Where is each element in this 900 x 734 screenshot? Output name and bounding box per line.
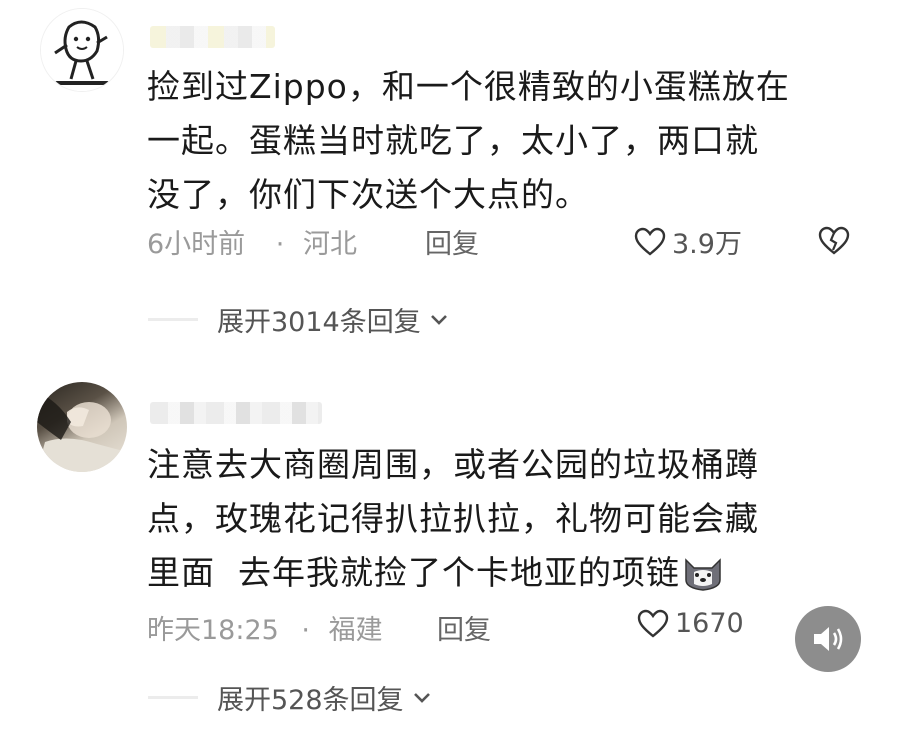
expand-divider [148, 696, 198, 699]
comment-text: 捡到过Zippo，和一个很精致的小蛋糕放在 一起。蛋糕当时就吃了，太小了，两口就… [147, 67, 790, 214]
dog-emoji-icon [682, 554, 724, 608]
username-blurred[interactable] [150, 26, 275, 48]
heart-outline-icon [634, 227, 666, 257]
comment-text: 注意去大商圈周围，或者公园的垃圾桶蹲 点，玫瑰花记得扒拉扒拉，礼物可能会藏 里面… [147, 438, 867, 608]
username-blurred[interactable] [150, 402, 322, 424]
sound-toggle-button[interactable] [795, 606, 861, 672]
comment-location: 河北 [302, 229, 357, 260]
avatar[interactable] [37, 382, 127, 472]
like-count: 1670 [675, 608, 744, 639]
speaker-icon [811, 624, 845, 654]
like-button[interactable]: 3.9万 [634, 222, 742, 261]
like-count: 3.9万 [672, 229, 742, 260]
expand-replies-button[interactable]: 展开3014条回复 [217, 300, 449, 339]
cartoon-avatar-icon [41, 9, 123, 91]
comment-meta: 昨天18:25 · 福建 [147, 608, 383, 647]
reply-button[interactable]: 回复 [425, 222, 479, 261]
expand-divider [148, 318, 198, 321]
photo-avatar-icon [37, 392, 127, 472]
chevron-down-icon [429, 313, 449, 327]
meta-separator: · [301, 615, 310, 646]
heart-outline-icon [637, 609, 669, 639]
comment-time: 昨天18:25 [147, 615, 279, 646]
expand-replies-button[interactable]: 展开528条回复 [217, 678, 432, 717]
chevron-down-icon [412, 691, 432, 705]
comment-text-content: 注意去大商圈周围，或者公园的垃圾桶蹲 点，玫瑰花记得扒拉扒拉，礼物可能会藏 里面… [147, 445, 759, 592]
broken-heart-icon[interactable] [818, 226, 850, 256]
expand-replies-label: 展开3014条回复 [217, 307, 421, 338]
expand-replies-label: 展开528条回复 [217, 685, 404, 716]
reply-button[interactable]: 回复 [437, 608, 491, 647]
like-button[interactable]: 1670 [637, 608, 744, 639]
comment-location: 福建 [328, 615, 383, 646]
comment-meta: 6小时前 · 河北 [147, 222, 357, 261]
avatar[interactable] [40, 8, 124, 92]
comment-time: 6小时前 [147, 229, 246, 260]
meta-separator: · [275, 229, 285, 260]
